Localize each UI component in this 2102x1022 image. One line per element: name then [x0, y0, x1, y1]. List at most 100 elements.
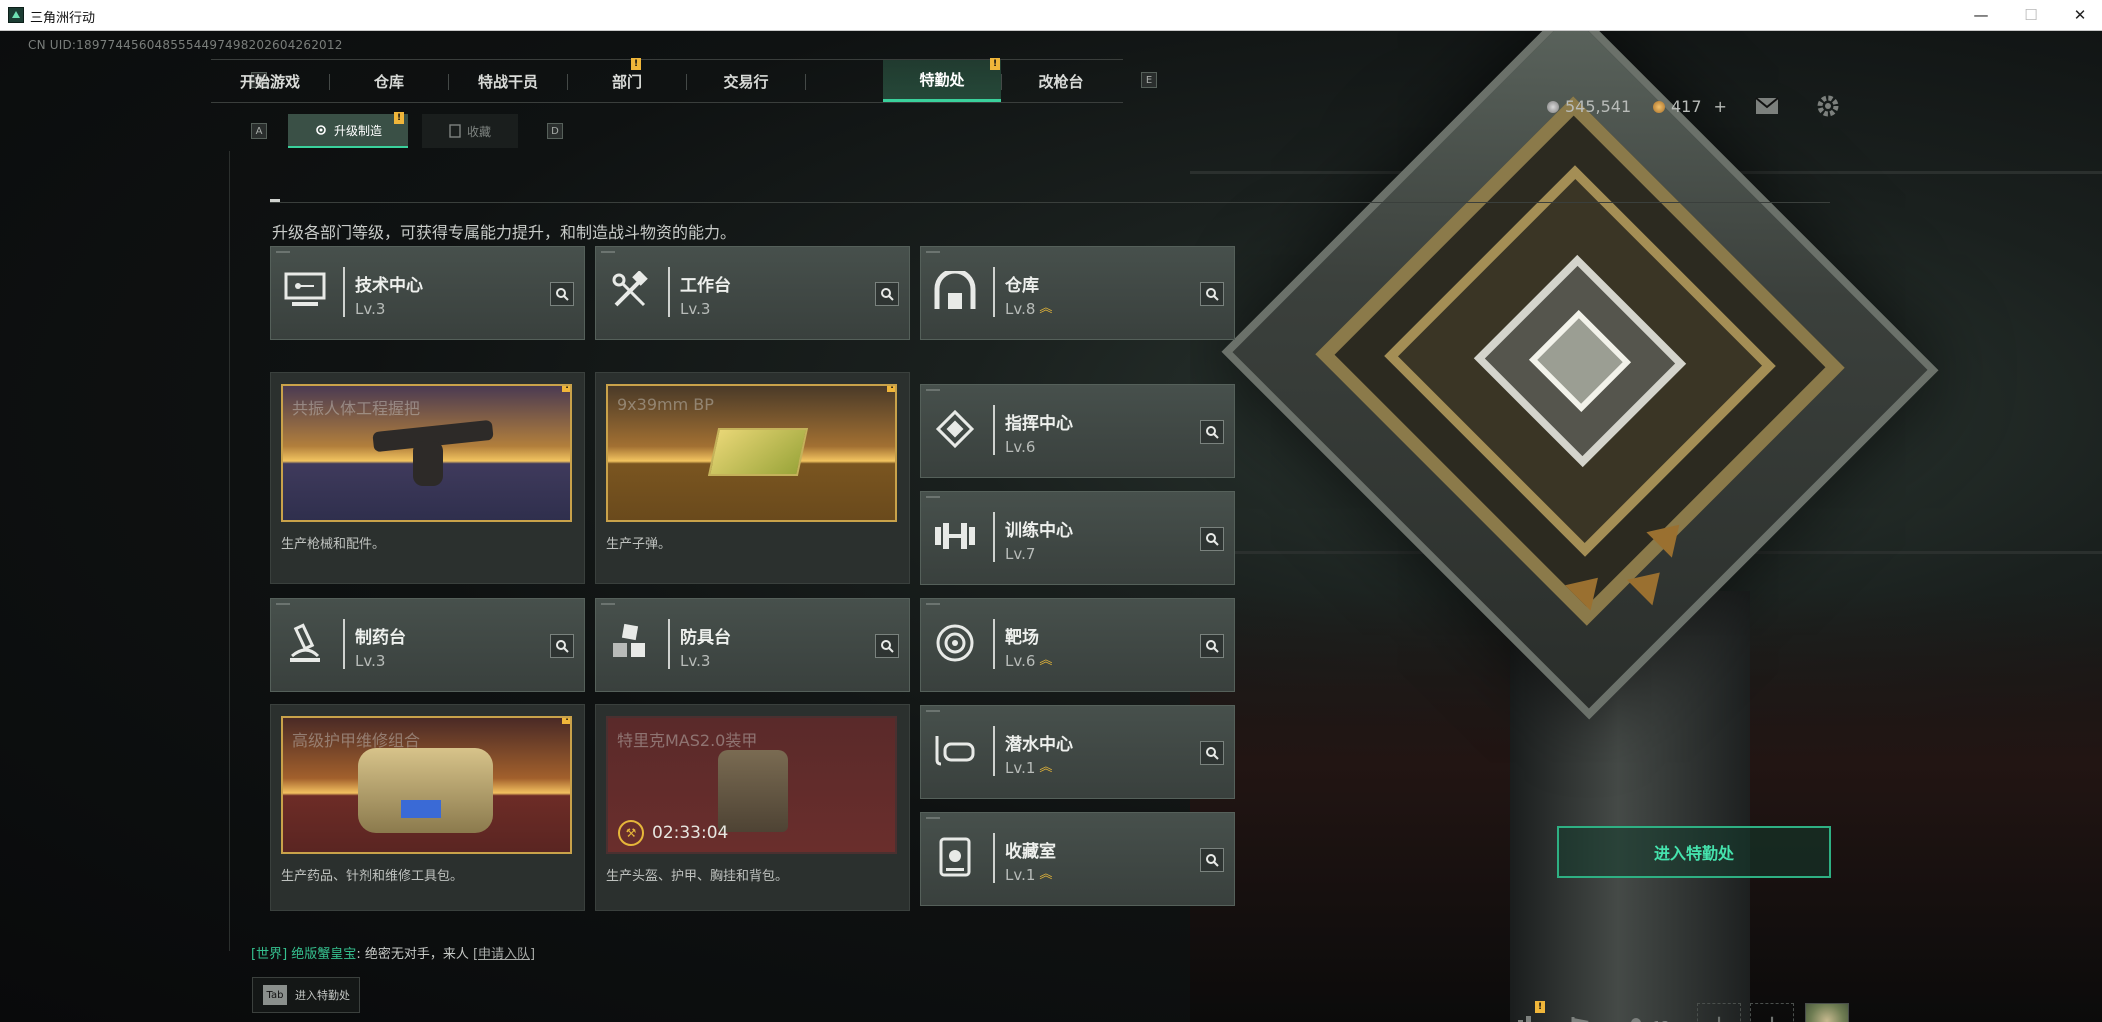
subtab-upgrade-craft[interactable]: 升级制造 — [288, 114, 408, 148]
mail-icon[interactable] — [1754, 93, 1780, 119]
upgradable-icon: ︽ — [1039, 301, 1053, 316]
tab-warehouse[interactable]: 仓库 — [330, 60, 448, 102]
search-icon[interactable] — [1200, 848, 1224, 872]
dept-level: Lv.1 — [1005, 759, 1036, 777]
command-center-icon — [931, 405, 979, 453]
tab-departments[interactable]: 部门 — [568, 60, 686, 102]
search-icon[interactable] — [875, 634, 899, 658]
frame-line — [229, 151, 230, 951]
player-avatar[interactable] — [1805, 1003, 1849, 1022]
search-icon[interactable] — [1200, 634, 1224, 658]
tab-key: Tab — [263, 985, 287, 1005]
add-teammate-slot[interactable]: + — [1697, 1003, 1741, 1022]
add-gold-button[interactable]: + — [1714, 97, 1727, 116]
search-icon[interactable] — [1200, 420, 1224, 444]
request-join-link[interactable]: [申请入队] — [473, 947, 535, 962]
tab-shortcut-hint[interactable]: Tab 进入特勤处 — [252, 977, 360, 1013]
armor-bench-icon — [606, 619, 654, 667]
production-slot-armor-bench[interactable]: 特里克MAS2.0装甲 ⚒ 02:33:04 生产头盔、护甲、胸挂和背包。 — [595, 704, 910, 911]
production-alert-badge: ! — [562, 386, 570, 392]
silver-currency: 545,541 — [1547, 97, 1631, 116]
tab-start-game[interactable]: 开始游戏 — [211, 60, 329, 102]
search-icon[interactable] — [550, 282, 574, 306]
collection-icon — [449, 124, 461, 138]
tab-special-ops[interactable]: 特勤处 — [883, 60, 1001, 102]
dept-level: Lv.6 — [1005, 438, 1036, 456]
chat-sender[interactable]: 绝版蟹皇宝 — [291, 947, 356, 962]
workbench-icon — [606, 267, 654, 315]
dept-card-warehouse[interactable]: 仓库 Lv.8 ︽ — [920, 246, 1235, 340]
production-alert-badge: ! — [562, 718, 570, 724]
dept-name: 制药台 — [355, 628, 406, 648]
tech-center-icon — [281, 267, 329, 315]
settings-gear-icon[interactable] — [1815, 93, 1841, 119]
dept-name: 潜水中心 — [1005, 735, 1073, 755]
tab-gunsmith[interactable]: 改枪台 — [1002, 60, 1120, 102]
maximize-button[interactable]: ☐ — [2008, 0, 2054, 30]
production-desc: 生产枪械和配件。 — [281, 537, 386, 552]
search-icon[interactable] — [875, 282, 899, 306]
dept-card-training-center[interactable]: 训练中心 Lv.7 — [920, 491, 1235, 585]
production-desc: 生产药品、针剂和维修工具包。 — [281, 869, 464, 884]
close-button[interactable]: ✕ — [2057, 0, 2102, 30]
enter-special-ops-button[interactable]: 进入特勤处 — [1557, 826, 1831, 878]
armor-item-image: 特里克MAS2.0装甲 ⚒ 02:33:04 — [606, 716, 897, 854]
subtab-upgrade-craft-label: 升级制造 — [333, 123, 382, 138]
dept-card-armor-bench[interactable]: 防具台 Lv.3 — [595, 598, 910, 692]
wrench-timer-icon: ⚒ — [618, 820, 644, 846]
silver-amount: 545,541 — [1565, 97, 1632, 116]
dept-level: Lv.6 — [1005, 652, 1036, 670]
subtab-collection[interactable]: 收藏 — [422, 114, 518, 148]
dept-name: 靶场 — [1005, 628, 1039, 648]
ammo-item-image: 9x39mm BP ! — [606, 384, 897, 522]
tab-trading[interactable]: 交易行 — [687, 60, 805, 102]
dept-name: 工作台 — [680, 276, 731, 296]
timer-value: 02:33:04 — [652, 823, 729, 843]
gold-amount: 417 — [1671, 97, 1702, 116]
dept-name: 指挥中心 — [1005, 414, 1073, 434]
production-slot-workbench[interactable]: 9x39mm BP ! 生产子弹。 — [595, 372, 910, 584]
search-icon[interactable] — [1200, 527, 1224, 551]
dept-card-shooting-range[interactable]: 靶场 Lv.6 ︽ — [920, 598, 1235, 692]
subnav-left-key: A — [251, 123, 267, 139]
app-icon — [8, 7, 24, 23]
special-ops-alert-badge: ! — [990, 58, 1000, 70]
production-desc: 生产头盔、护甲、胸挂和背包。 — [606, 869, 789, 884]
item-name: 共振人体工程握把 — [292, 399, 421, 418]
repair-kit-item-image: 高级护甲维修组合 ! — [281, 716, 572, 854]
dept-card-collection-room[interactable]: 收藏室 Lv.1 ︽ — [920, 812, 1235, 906]
upgrade-alert-badge: ! — [394, 112, 404, 124]
item-name: 9x39mm BP — [617, 395, 714, 414]
tab-operators[interactable]: 特战干员 — [449, 60, 567, 102]
search-icon[interactable] — [1200, 741, 1224, 765]
dept-card-command-center[interactable]: 指挥中心 Lv.6 — [920, 384, 1235, 478]
intro-text: 升级各部门等级，可获得专属能力提升，和制造战斗物资的能力。 — [272, 223, 737, 242]
item-name: 特里克MAS2.0装甲 — [617, 731, 758, 750]
shooting-range-icon — [931, 619, 979, 667]
main-nav: 开始游戏 仓库 特战干员 ! 部门 交易行 特勤处 ! 改枪台 — [211, 58, 1123, 103]
training-center-icon — [931, 512, 979, 560]
flag-icon[interactable] — [1563, 1009, 1599, 1022]
production-slot-pharmacy[interactable]: 高级护甲维修组合 ! 生产药品、针剂和维修工具包。 — [270, 704, 585, 911]
minimize-button[interactable]: — — [1958, 0, 2004, 30]
production-slot-tech-center[interactable]: 共振人体工程握把 ! 生产枪械和配件。 — [270, 372, 585, 584]
dept-card-diving-center[interactable]: 潜水中心 Lv.1 ︽ — [920, 705, 1235, 799]
dept-level: Lv.3 — [355, 300, 386, 318]
search-icon[interactable] — [550, 634, 574, 658]
dept-level: Lv.3 — [355, 652, 386, 670]
nav-right-key: E — [1141, 72, 1157, 88]
window-title: 三角洲行动 — [30, 11, 96, 26]
dept-card-workbench[interactable]: 工作台 Lv.3 — [595, 246, 910, 340]
upgradable-icon: ︽ — [1039, 653, 1053, 668]
search-icon[interactable] — [1200, 282, 1224, 306]
subtab-collection-label: 收藏 — [466, 124, 491, 139]
chat-message: : 绝密无对手，来人 — [356, 947, 469, 962]
dept-card-tech-center[interactable]: 技术中心 Lv.3 — [270, 246, 585, 340]
dept-level: Lv.3 — [680, 300, 711, 318]
stats-icon[interactable] — [1503, 1009, 1539, 1022]
dept-name: 仓库 — [1005, 276, 1039, 296]
add-teammate-slot[interactable]: + — [1750, 1003, 1794, 1022]
dept-card-pharmacy[interactable]: 制药台 Lv.3 — [270, 598, 585, 692]
friends-button[interactable]: 13 — [1625, 1016, 1670, 1022]
friends-icon — [1631, 1018, 1641, 1022]
